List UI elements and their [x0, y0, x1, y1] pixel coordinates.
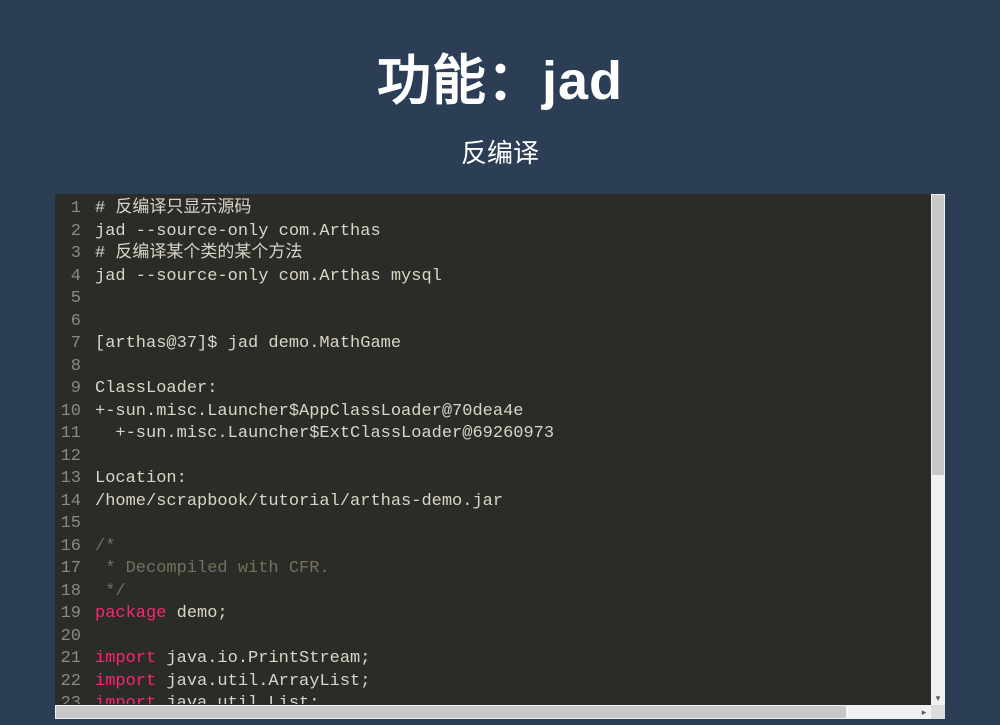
code-line: 13Location:: [55, 468, 945, 491]
code-line: 10+-sun.misc.Launcher$AppClassLoader@70d…: [55, 401, 945, 424]
line-number: 14: [55, 491, 95, 514]
slide: 功能：jad 反编译 1# 反编译只显示源码2jad --source-only…: [0, 0, 1000, 725]
line-number: 10: [55, 401, 95, 424]
code-line: 19package demo;: [55, 603, 945, 626]
code-line: 18 */: [55, 581, 945, 604]
horizontal-scrollbar[interactable]: ▸: [55, 705, 931, 719]
line-number: 13: [55, 468, 95, 491]
code-line: 9ClassLoader:: [55, 378, 945, 401]
code-line: 1# 反编译只显示源码: [55, 198, 945, 221]
code-line: 23import java.util.List;: [55, 693, 945, 704]
code-line: 6: [55, 311, 945, 334]
line-number: 17: [55, 558, 95, 581]
slide-subtitle: 反编译: [461, 133, 539, 170]
vertical-scroll-thumb[interactable]: [932, 195, 944, 475]
code-line: 4jad --source-only com.Arthas mysql: [55, 266, 945, 289]
code-line: 7[arthas@37]$ jad demo.MathGame: [55, 333, 945, 356]
line-number: 18: [55, 581, 95, 604]
line-number: 16: [55, 536, 95, 559]
code-content: [95, 288, 945, 311]
code-content: [95, 356, 945, 379]
code-line: 14/home/scrapbook/tutorial/arthas-demo.j…: [55, 491, 945, 514]
line-number: 4: [55, 266, 95, 289]
slide-title: 功能：jad: [377, 36, 623, 115]
line-number: 22: [55, 671, 95, 694]
code-content: import java.io.PrintStream;: [95, 648, 945, 671]
code-content: [95, 311, 945, 334]
line-number: 1: [55, 198, 95, 221]
vertical-scrollbar[interactable]: ▾: [931, 194, 945, 705]
line-number: 23: [55, 693, 95, 704]
line-number: 15: [55, 513, 95, 536]
code-line: 22import java.util.ArrayList;: [55, 671, 945, 694]
line-number: 2: [55, 221, 95, 244]
code-content: import java.util.ArrayList;: [95, 671, 945, 694]
code-line: 11 +-sun.misc.Launcher$ExtClassLoader@69…: [55, 423, 945, 446]
code-line: 5: [55, 288, 945, 311]
code-content: [95, 626, 945, 649]
code-content: +-sun.misc.Launcher$ExtClassLoader@69260…: [95, 423, 945, 446]
code-content: */: [95, 581, 945, 604]
line-number: 6: [55, 311, 95, 334]
code-content: jad --source-only com.Arthas mysql: [95, 266, 945, 289]
scroll-right-icon[interactable]: ▸: [917, 705, 931, 719]
code-content: * Decompiled with CFR.: [95, 558, 945, 581]
horizontal-scroll-thumb[interactable]: [56, 706, 846, 718]
line-number: 3: [55, 243, 95, 266]
line-number: 5: [55, 288, 95, 311]
code-line: 21import java.io.PrintStream;: [55, 648, 945, 671]
code-content: # 反编译某个类的某个方法: [95, 243, 945, 266]
code-content: /home/scrapbook/tutorial/arthas-demo.jar: [95, 491, 945, 514]
code-line: 15: [55, 513, 945, 536]
code-content: import java.util.List;: [95, 693, 945, 704]
code-line: 16/*: [55, 536, 945, 559]
code-line: 3# 反编译某个类的某个方法: [55, 243, 945, 266]
line-number: 9: [55, 378, 95, 401]
code-content: +-sun.misc.Launcher$AppClassLoader@70dea…: [95, 401, 945, 424]
line-number: 19: [55, 603, 95, 626]
code-line: 2jad --source-only com.Arthas: [55, 221, 945, 244]
code-content: jad --source-only com.Arthas: [95, 221, 945, 244]
code-block: 1# 反编译只显示源码2jad --source-only com.Arthas…: [55, 194, 945, 719]
code-content: [95, 446, 945, 469]
line-number: 7: [55, 333, 95, 356]
code-content: Location:: [95, 468, 945, 491]
code-content: # 反编译只显示源码: [95, 198, 945, 221]
code-content: ClassLoader:: [95, 378, 945, 401]
line-number: 21: [55, 648, 95, 671]
code-line: 17 * Decompiled with CFR.: [55, 558, 945, 581]
code-content: /*: [95, 536, 945, 559]
code-line: 20: [55, 626, 945, 649]
line-number: 11: [55, 423, 95, 446]
code-line: 12: [55, 446, 945, 469]
line-number: 8: [55, 356, 95, 379]
code-content: [95, 513, 945, 536]
code-viewport: 1# 反编译只显示源码2jad --source-only com.Arthas…: [55, 194, 945, 704]
code-line: 8: [55, 356, 945, 379]
scroll-down-icon[interactable]: ▾: [931, 691, 945, 705]
line-number: 12: [55, 446, 95, 469]
code-content: [arthas@37]$ jad demo.MathGame: [95, 333, 945, 356]
line-number: 20: [55, 626, 95, 649]
scrollbar-corner: [931, 705, 945, 719]
code-content: package demo;: [95, 603, 945, 626]
